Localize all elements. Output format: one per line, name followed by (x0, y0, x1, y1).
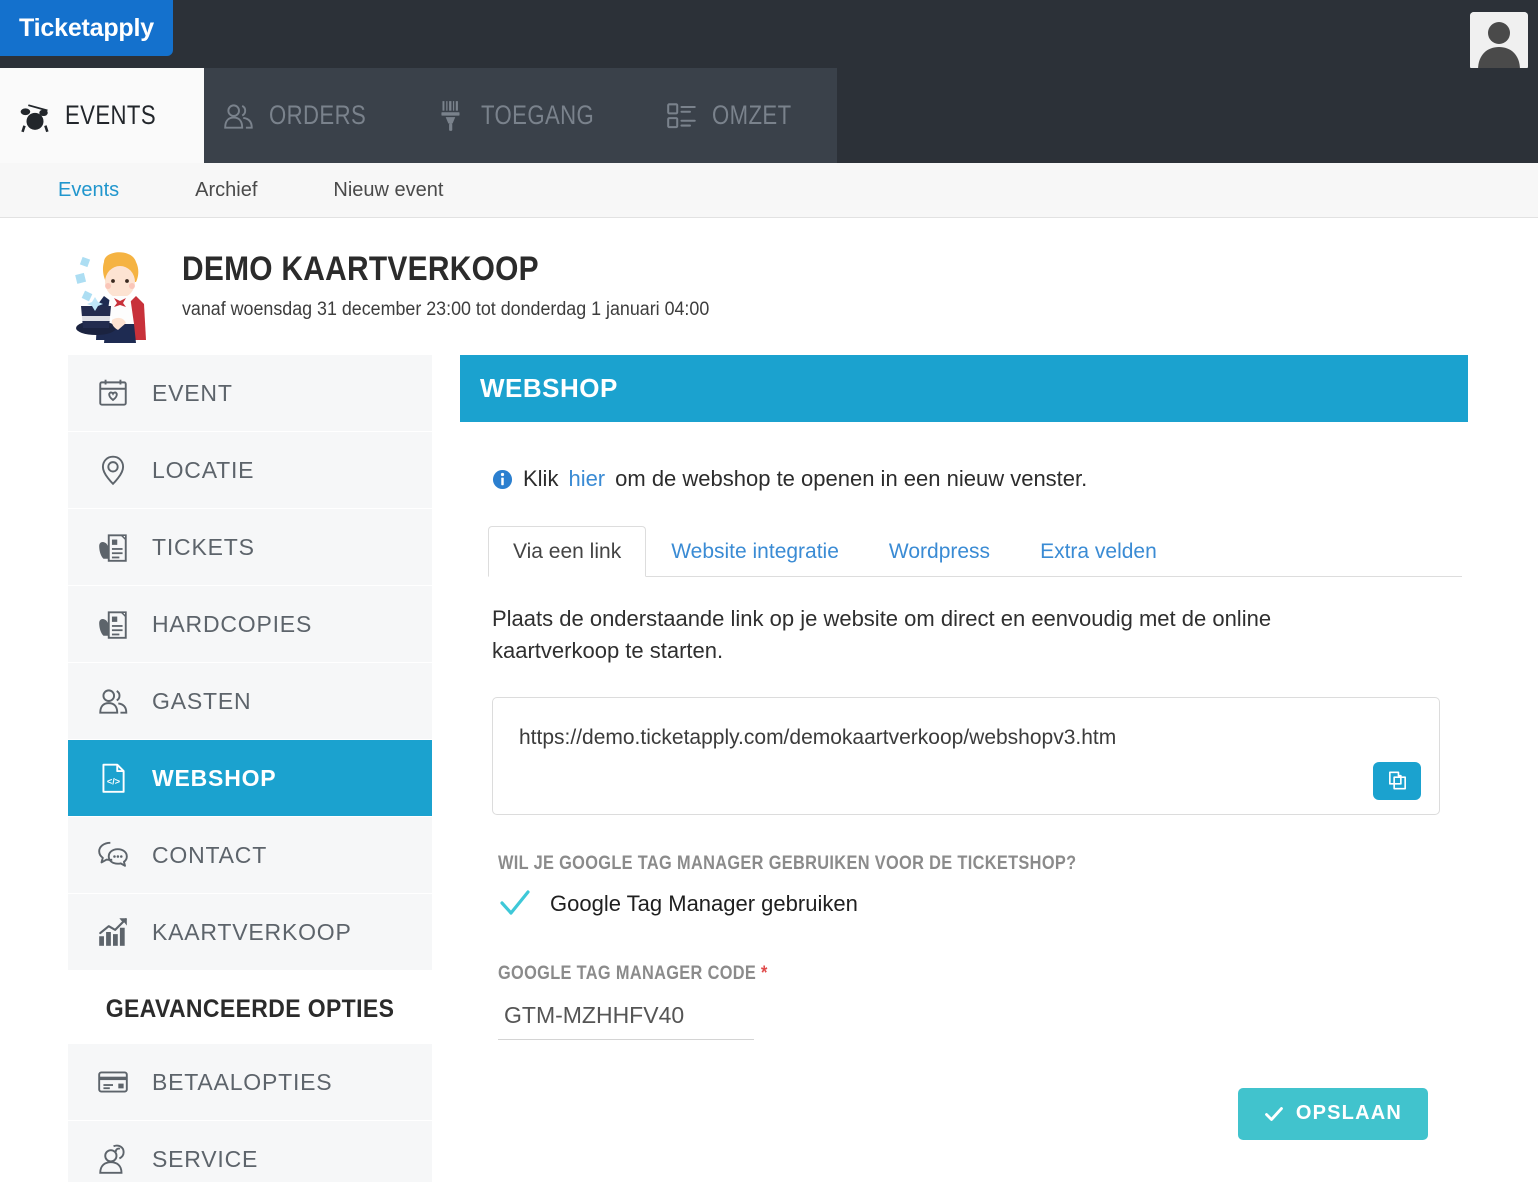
content-area: EVENT LOCATIE TICKETS HARDCOPIES GASTEN … (0, 355, 1538, 1182)
check-icon (1264, 1106, 1283, 1121)
sidebar-item-gasten[interactable]: GASTEN (68, 663, 432, 740)
sidebar-item-tickets[interactable]: TICKETS (68, 509, 432, 586)
webshop-url-box: https://demo.ticketapply.com/demokaartve… (492, 696, 1440, 815)
required-marker: * (761, 962, 768, 984)
ticket-hand-icon (99, 534, 127, 562)
event-period: vanaf woensdag 31 december 23:00 tot don… (182, 298, 710, 320)
gtm-code-label-text: GOOGLE TAG MANAGER CODE (498, 962, 757, 984)
calendar-heart-icon (99, 379, 127, 406)
page-title: DEMO KAARTVERKOOP (182, 250, 539, 288)
tab-extra-velden[interactable]: Extra velden (1015, 526, 1182, 577)
avatar-icon (1470, 12, 1528, 70)
nav-item-orders[interactable]: ORDERS (204, 68, 416, 163)
gtm-code-label: GOOGLE TAG MANAGER CODE * (498, 963, 1308, 985)
people-icon (99, 689, 128, 714)
info-text-prefix: Klik (523, 466, 559, 491)
brand-logo[interactable]: Ticketapply (0, 0, 173, 56)
sidebar-item-hardcopies[interactable]: HARDCOPIES (68, 586, 432, 663)
sidebar-label-gasten: GASTEN (152, 687, 252, 714)
nav-label-omzet: OMZET (711, 100, 792, 130)
tab-via-een-link[interactable]: Via een link (488, 526, 647, 577)
sidebar-label-webshop: WEBSHOP (152, 764, 277, 791)
code-file-icon: </> (102, 763, 125, 793)
sidebar-item-kaartverkoop[interactable]: KAARTVERKOOP (68, 894, 432, 971)
subnav-item-events[interactable]: Events (58, 179, 119, 202)
nav-label-orders: ORDERS (269, 100, 367, 130)
event-title-block: DEMO KAARTVERKOOP vanaf woensdag 31 dece… (182, 240, 743, 321)
webshop-panel: WEBSHOP Klik hier om de webshop te opene… (432, 355, 1468, 1182)
save-button[interactable]: OPSLAAN (1237, 1087, 1428, 1140)
subnav-item-nieuw-event[interactable]: Nieuw event (333, 179, 443, 202)
sub-navigation: Events Archief Nieuw event (0, 163, 1538, 218)
tab-wordpress[interactable]: Wordpress (864, 526, 1015, 577)
tab-website-integratie[interactable]: Website integratie (646, 526, 864, 577)
panel-header: WEBSHOP (460, 355, 1468, 422)
subnav-item-archief[interactable]: Archief (195, 179, 257, 202)
gtm-checkbox-label: Google Tag Manager gebruiken (550, 890, 858, 916)
scanner-icon (440, 100, 460, 131)
user-avatar[interactable] (1470, 12, 1528, 70)
chat-bubbles-icon (98, 841, 128, 867)
tab-pane-via-een-link: Plaats de onderstaande link op je websit… (466, 577, 1462, 1140)
nav-label-toegang: TOEGANG (480, 100, 594, 130)
checkmark-icon (500, 890, 530, 915)
copy-url-button[interactable] (1373, 761, 1421, 800)
nav-spacer (836, 68, 1538, 163)
info-text-suffix: om de webshop te openen in een nieuw ven… (615, 466, 1088, 491)
nav-label-events: EVENTS (65, 100, 157, 130)
sidebar-label-kaartverkoop: KAARTVERKOOP (152, 918, 352, 945)
gtm-code-group: GOOGLE TAG MANAGER CODE * (492, 963, 1440, 1040)
save-button-label: OPSLAAN (1295, 1102, 1402, 1125)
list-icon (666, 102, 696, 128)
panel-body: Klik hier om de webshop te openen in een… (460, 422, 1468, 1140)
sidebar-label-service: SERVICE (152, 1145, 259, 1172)
sidebar-label-locatie: LOCATIE (152, 456, 255, 483)
sidebar-item-betaalopties[interactable]: BETAALOPTIES (68, 1044, 432, 1121)
sidebar-advanced-title: GEAVANCEERDE OPTIES (105, 995, 395, 1023)
gtm-code-input[interactable] (498, 998, 754, 1040)
event-avatar-image (68, 240, 168, 345)
panel-title: WEBSHOP (480, 373, 618, 403)
ticket-hand-icon (99, 611, 127, 639)
sidebar-item-event[interactable]: EVENT (68, 355, 432, 432)
save-row: OPSLAAN (492, 1040, 1440, 1140)
svg-text:</>: </> (107, 776, 120, 786)
nav-item-omzet[interactable]: OMZET (646, 68, 837, 163)
gtm-checkbox-row[interactable]: Google Tag Manager gebruiken (498, 887, 1440, 921)
map-pin-icon (101, 455, 125, 486)
event-header: DEMO KAARTVERKOOP vanaf woensdag 31 dece… (0, 218, 1538, 355)
webshop-info-line: Klik hier om de webshop te openen in een… (466, 422, 1462, 492)
copy-icon (1388, 771, 1406, 790)
gtm-toggle-group: WIL JE GOOGLE TAG MANAGER GEBRUIKEN VOOR… (492, 853, 1440, 921)
webshop-url-value[interactable]: https://demo.ticketapply.com/demokaartve… (519, 726, 1439, 750)
drumkit-icon (20, 103, 49, 132)
support-agent-icon (99, 1144, 125, 1174)
people-icon (224, 103, 253, 129)
webshop-tabs: Via een link Website integratie Wordpres… (488, 526, 1462, 577)
credit-card-icon (98, 1071, 128, 1093)
sidebar-label-event: EVENT (152, 379, 233, 406)
webshop-open-link[interactable]: hier (568, 466, 605, 492)
top-brand-bar: Ticketapply (0, 0, 1538, 70)
sidebar-label-tickets: TICKETS (152, 533, 255, 560)
nav-item-toegang[interactable]: TOEGANG (415, 68, 647, 163)
main-navigation: EVENTS ORDERS TOEGANG OMZET (0, 68, 1538, 163)
sidebar-item-webshop[interactable]: </> WEBSHOP (68, 740, 432, 817)
sidebar-label-betaalopties: BETAALOPTIES (152, 1068, 333, 1095)
gtm-question-label: WIL JE GOOGLE TAG MANAGER GEBRUIKEN VOOR… (498, 852, 1077, 874)
link-tab-description: Plaats de onderstaande link op je websit… (492, 606, 1272, 663)
event-sidebar: EVENT LOCATIE TICKETS HARDCOPIES GASTEN … (68, 355, 432, 1182)
nav-item-events[interactable]: EVENTS (0, 68, 205, 163)
sidebar-item-contact[interactable]: CONTACT (68, 817, 432, 894)
sidebar-label-hardcopies: HARDCOPIES (152, 610, 313, 637)
info-icon (492, 469, 513, 489)
chart-growth-icon (99, 918, 127, 946)
sidebar-item-service[interactable]: SERVICE (68, 1121, 432, 1182)
sidebar-label-contact: CONTACT (152, 841, 268, 868)
sidebar-item-locatie[interactable]: LOCATIE (68, 432, 432, 509)
